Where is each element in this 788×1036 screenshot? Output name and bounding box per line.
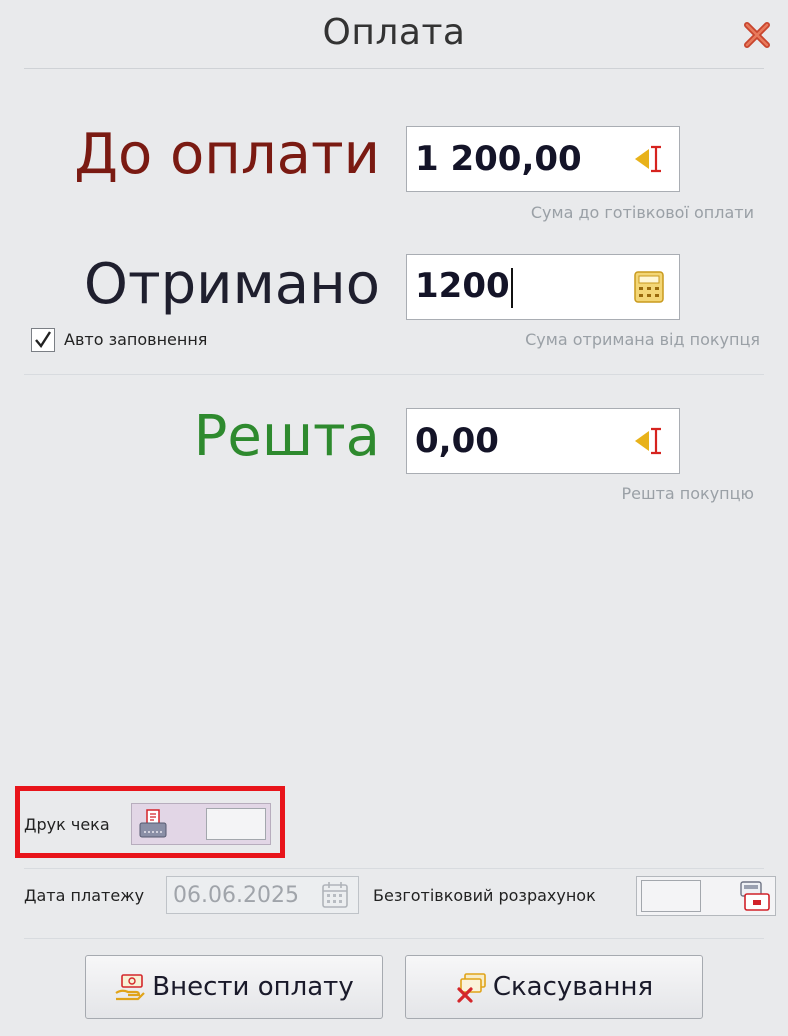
change-value: 0,00 bbox=[415, 421, 499, 461]
cancel-label: Скасування bbox=[492, 972, 654, 1002]
received-hint: Сума отримана від покупця bbox=[525, 330, 760, 349]
amount-due-hint: Сума до готівкової оплати bbox=[530, 203, 754, 222]
autofill-label: Авто заповнення bbox=[64, 330, 208, 349]
cashless-label: Безготівковий розрахунок bbox=[373, 886, 596, 905]
cashless-toggle[interactable] bbox=[636, 876, 776, 916]
received-value: 1200 bbox=[415, 266, 510, 307]
calculator-icon[interactable] bbox=[629, 267, 669, 307]
print-toggle-knob[interactable] bbox=[206, 808, 266, 840]
calendar-icon[interactable] bbox=[318, 878, 352, 912]
amount-due-value: 1 200,00 bbox=[415, 139, 582, 179]
change-field: 0,00 bbox=[406, 408, 680, 474]
checkmark-icon bbox=[35, 331, 52, 349]
window-title: Оплата bbox=[322, 12, 466, 53]
received-label: Отримано bbox=[83, 252, 380, 317]
footer-divider-bottom bbox=[24, 938, 764, 939]
change-label: Решта bbox=[193, 404, 380, 469]
payment-date-input[interactable]: 06.06.2025 bbox=[166, 876, 359, 914]
payment-date-value: 06.06.2025 bbox=[173, 882, 299, 908]
card-terminal-icon bbox=[739, 880, 771, 916]
autofill-checkbox[interactable] bbox=[31, 328, 55, 352]
print-receipt-label: Друк чека bbox=[24, 815, 110, 834]
money-hand-icon bbox=[114, 971, 146, 1003]
cursor-insert-icon[interactable] bbox=[629, 139, 669, 179]
payment-date-label: Дата платежу bbox=[24, 886, 145, 905]
close-button[interactable] bbox=[740, 18, 774, 52]
amount-due-label: До оплати bbox=[74, 122, 380, 187]
close-icon bbox=[744, 22, 770, 48]
amount-due-field: 1 200,00 bbox=[406, 126, 680, 192]
submit-payment-label: Внести оплату bbox=[152, 972, 354, 1002]
receipt-printer-icon bbox=[138, 808, 168, 844]
cancel-payment-icon bbox=[455, 971, 487, 1003]
submit-payment-button[interactable]: Внести оплату bbox=[85, 955, 383, 1019]
received-input[interactable]: 1200 bbox=[406, 254, 680, 320]
cursor-insert-icon[interactable] bbox=[629, 421, 669, 461]
cashless-toggle-knob[interactable] bbox=[641, 880, 701, 912]
title-divider bbox=[24, 68, 764, 69]
change-hint: Решта покупцю bbox=[621, 484, 754, 503]
footer-divider-top bbox=[24, 868, 764, 869]
section-divider bbox=[24, 374, 764, 375]
cancel-button[interactable]: Скасування bbox=[405, 955, 703, 1019]
print-receipt-toggle[interactable] bbox=[131, 803, 271, 845]
text-caret bbox=[510, 267, 513, 308]
